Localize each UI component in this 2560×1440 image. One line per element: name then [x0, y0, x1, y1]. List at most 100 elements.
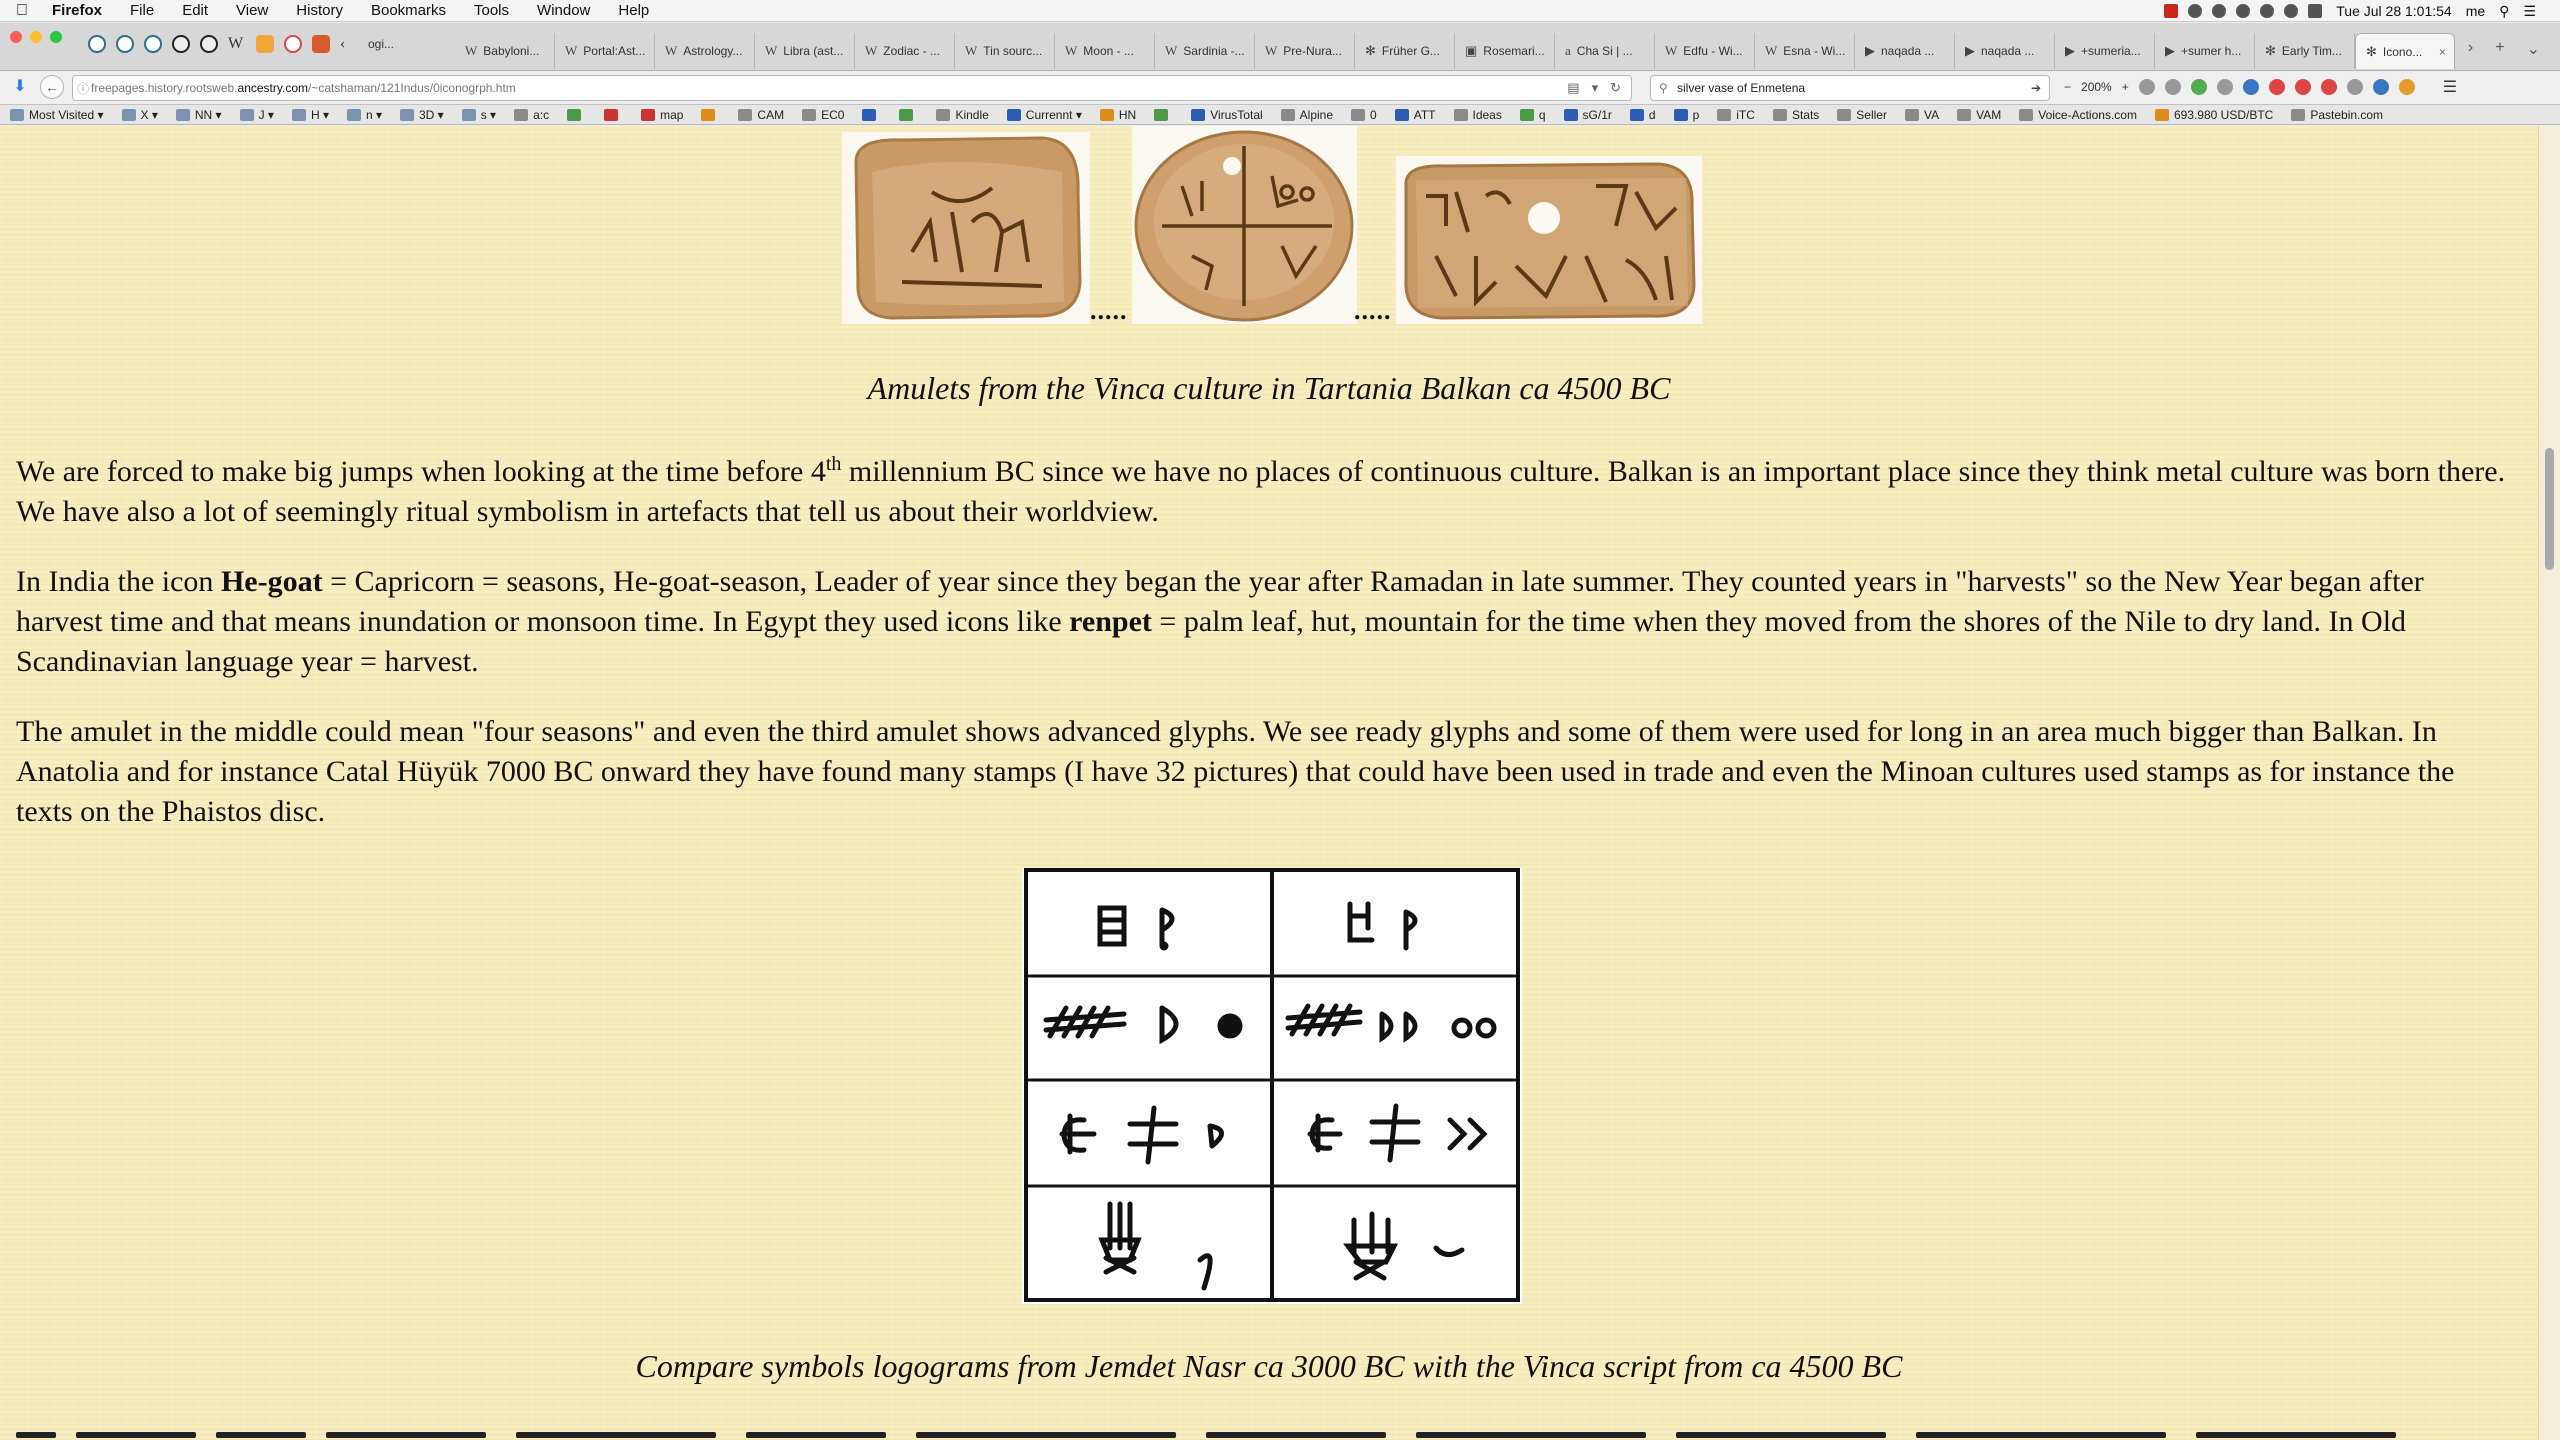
bookmark-item[interactable]: Ideas [1453, 108, 1502, 122]
bookmark-item[interactable] [899, 108, 918, 121]
bookmark-item[interactable]: J ▾ [239, 108, 274, 122]
menu-view[interactable]: View [222, 2, 282, 19]
bookmark-item[interactable] [701, 108, 720, 121]
sync-icon[interactable] [2212, 4, 2227, 18]
pinned-tab-github-icon[interactable] [200, 35, 218, 53]
menubar-clock[interactable]: Tue Jul 28 1:01:54 [2336, 3, 2451, 19]
menu-bookmarks[interactable]: Bookmarks [357, 2, 460, 19]
menu-tools[interactable]: Tools [460, 2, 523, 19]
bookmark-item[interactable]: NN ▾ [175, 108, 222, 122]
pinned-tab-icon[interactable] [284, 35, 302, 53]
browser-tab[interactable]: W Moon - ... [1055, 33, 1155, 69]
search-bar[interactable]: ⚲ silver vase of Enmetena ➔ [1650, 75, 2050, 101]
url-dropdown-icon[interactable]: ▾ [1592, 80, 1599, 96]
menu-app-firefox[interactable]: Firefox [38, 2, 116, 19]
pinned-tab-icon[interactable] [312, 35, 330, 53]
browser-tab[interactable]: W Tin sourc... [955, 33, 1055, 69]
zoom-in-button[interactable]: + [2122, 80, 2129, 94]
browser-tab[interactable]: ✻ Icono... × [2355, 33, 2455, 69]
bookmark-item[interactable]: 0 [1351, 108, 1377, 122]
bookmark-item[interactable]: Voice-Actions.com [2019, 108, 2137, 122]
tab-scroll-right-icon[interactable]: › [2468, 39, 2473, 59]
browser-tab[interactable]: a Cha Si | ... [1555, 33, 1655, 69]
browser-tab[interactable]: ▶ +sumer h... [2155, 33, 2255, 69]
apple-menu-icon[interactable]:  [16, 2, 38, 20]
browser-tab[interactable]: W Libra (ast... [755, 33, 855, 69]
bookmark-item[interactable] [1154, 108, 1173, 121]
bookmark-item[interactable]: a:c [514, 108, 549, 122]
url-bar[interactable]: ⓘ freepages.history.rootsweb. ancestry.co… [72, 75, 1632, 101]
bookmark-item[interactable]: 693.980 USD/BTC [2154, 108, 2273, 122]
zoom-level[interactable]: 200% [2081, 80, 2112, 94]
pinned-tab-icon[interactable] [144, 35, 162, 53]
bookmark-item[interactable] [862, 108, 881, 121]
bookmark-item[interactable]: HN [1099, 108, 1136, 122]
notification-center-icon[interactable]: ☰ [2523, 3, 2536, 20]
pinned-tab-icon[interactable] [256, 35, 274, 53]
extension-icon[interactable] [2190, 79, 2207, 95]
downloads-arrow-icon[interactable]: ⬇ [8, 76, 32, 100]
browser-tab[interactable]: ▶ naqada ... [1855, 33, 1955, 69]
bookmark-item[interactable] [567, 108, 586, 121]
bookmark-item[interactable]: CAM [738, 108, 784, 122]
browser-tab[interactable]: W Esna - Wi... [1755, 33, 1855, 69]
bookmark-item[interactable]: Kindle [936, 108, 989, 122]
bookmark-item[interactable]: p [1673, 108, 1699, 122]
bookmark-item[interactable] [604, 108, 623, 121]
back-button[interactable]: ← [40, 75, 64, 99]
tab-scroll-left-icon[interactable]: ‹ [340, 35, 358, 53]
bookmark-item[interactable]: q [1519, 108, 1546, 122]
bookmark-item[interactable]: Pastebin.com [2291, 108, 2383, 122]
bookmark-item[interactable]: iTC [1717, 108, 1755, 122]
browser-tab[interactable]: W Pre-Nura... [1255, 33, 1355, 69]
bookmark-item[interactable]: VA [1904, 108, 1939, 122]
zoom-out-button[interactable]: − [2064, 80, 2071, 94]
extension-icon[interactable] [2294, 79, 2311, 95]
browser-tab[interactable]: W Edfu - Wi... [1655, 33, 1755, 69]
bookmark-item[interactable]: H ▾ [291, 108, 329, 122]
bookmark-item[interactable]: 3D ▾ [400, 108, 444, 122]
browser-tab[interactable]: ▶ naqada ... [1955, 33, 2055, 69]
bookmark-item[interactable]: Alpine [1280, 108, 1333, 122]
menubar-user[interactable]: me [2466, 3, 2485, 19]
browser-tab[interactable]: ✻ Early Tim... [2255, 33, 2355, 69]
status-extra-icon[interactable] [2188, 4, 2203, 18]
close-tab-icon[interactable]: × [2439, 45, 2446, 59]
bookmark-item[interactable]: Most Visited ▾ [10, 108, 104, 122]
pinned-tab-github-icon[interactable] [172, 35, 190, 53]
search-go-arrow-icon[interactable]: ➔ [2031, 81, 2041, 95]
wifi-icon[interactable] [2260, 4, 2275, 18]
bookmark-item[interactable]: Currennt ▾ [1006, 108, 1082, 122]
bookmark-item[interactable]: sG/1r [1563, 108, 1612, 122]
spotlight-search-icon[interactable]: ⚲ [2499, 3, 2509, 20]
tab-list-dropdown-icon[interactable]: ⌄ [2527, 39, 2540, 59]
extension-icon[interactable] [2320, 79, 2337, 95]
new-tab-button[interactable]: + [2495, 39, 2504, 59]
menu-history[interactable]: History [282, 2, 357, 19]
volume-icon[interactable] [2284, 4, 2299, 18]
browser-tab[interactable]: W Astrology... [655, 33, 755, 69]
browser-tab[interactable]: W Zodiac - ... [855, 33, 955, 69]
bookmark-item[interactable]: map [641, 108, 683, 122]
bluetooth-icon[interactable] [2236, 4, 2251, 18]
browser-tab[interactable]: W Portal:Ast... [555, 33, 655, 69]
menu-help[interactable]: Help [604, 2, 663, 19]
site-info-icon[interactable]: ⓘ [77, 80, 89, 97]
browser-tab[interactable]: ▣ Rosemari... [1455, 33, 1555, 69]
extension-icon[interactable] [2398, 79, 2415, 95]
browser-tab[interactable]: ▶ +sumeria... [2055, 33, 2155, 69]
search-input[interactable]: silver vase of Enmetena [1677, 81, 1805, 95]
browser-tab[interactable]: W Sardinia -... [1155, 33, 1255, 69]
page-scrollbar[interactable] [2538, 126, 2560, 1440]
menu-file[interactable]: File [116, 2, 168, 19]
bookmark-item[interactable]: Seller [1837, 108, 1887, 122]
bookmark-item[interactable]: VirusTotal [1191, 108, 1263, 122]
extension-icon[interactable] [2372, 79, 2389, 95]
bookmark-item[interactable]: VAM [1957, 108, 2001, 122]
browser-tab[interactable]: W Babyloni... [455, 33, 555, 69]
hamburger-menu-icon[interactable]: ☰ [2443, 77, 2457, 97]
pinned-tab-icon[interactable] [88, 35, 106, 53]
close-window-button[interactable] [10, 31, 22, 43]
bookmark-item[interactable]: n ▾ [346, 108, 382, 122]
bookmark-item[interactable]: s ▾ [461, 108, 496, 122]
